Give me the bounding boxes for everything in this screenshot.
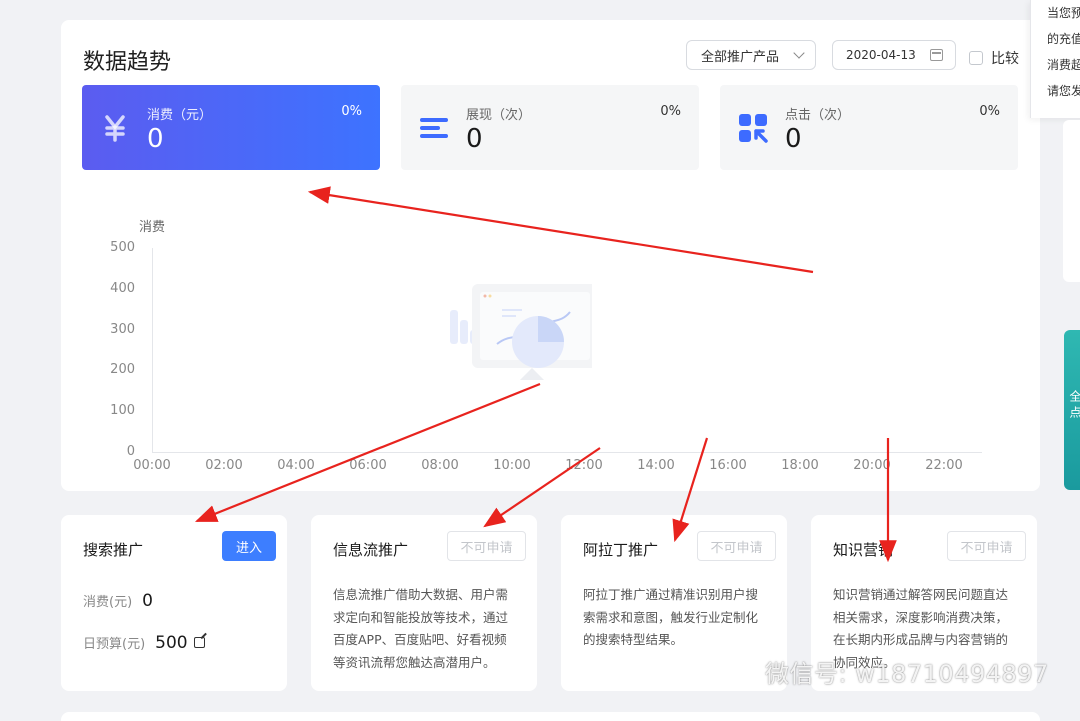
data-trend-panel: 数据趋势 全部推广产品 2020-04-13 比较 消费（元） 0 0% 展现（…: [61, 20, 1040, 491]
popover-line: 请您发: [1047, 84, 1080, 98]
y-tick-label: 500: [110, 240, 135, 255]
spend-value: 0: [142, 591, 153, 611]
date-picker[interactable]: 2020-04-13: [832, 40, 956, 70]
compare-toggle[interactable]: 比较: [969, 48, 1019, 68]
notice-popover: 当您预 的充值 消费超 请您发: [1030, 0, 1080, 118]
metric-label: 点击（次）: [785, 108, 851, 123]
date-value: 2020-04-13: [846, 48, 916, 62]
x-tick-label: 04:00: [277, 458, 315, 473]
side-panel-edge: [1063, 120, 1080, 282]
chart-y-axis: [152, 248, 153, 452]
x-tick-label: 12:00: [565, 458, 603, 473]
wechat-watermark: 微信号: w18710494897: [733, 654, 1049, 689]
product-card-feed: 信息流推广 不可申请 信息流推广借助大数据、用户需求定向和智能投放等技术，通过百…: [311, 515, 537, 691]
x-tick-label: 08:00: [421, 458, 459, 473]
page-title: 数据趋势: [83, 50, 172, 75]
yuan-icon: [105, 115, 125, 142]
x-tick-label: 20:00: [853, 458, 891, 473]
spend-label: 消费(元): [83, 595, 133, 610]
chevron-down-icon: [793, 47, 805, 59]
metric-percent: 0%: [660, 104, 681, 119]
budget-row: 日预算(元) 500: [83, 633, 205, 653]
apply-button-disabled[interactable]: 不可申请: [947, 531, 1026, 561]
metric-card-impressions[interactable]: 展现（次） 0 0%: [401, 85, 699, 170]
metric-value: 0: [785, 124, 802, 154]
chart-x-axis: [152, 452, 982, 453]
product-title: 知识营销: [833, 541, 894, 559]
metric-label: 展现（次）: [466, 108, 532, 123]
calendar-icon: [930, 49, 943, 61]
y-tick-label: 400: [110, 280, 135, 296]
x-tick-label: 14:00: [637, 458, 675, 473]
y-tick-label: 200: [110, 362, 135, 378]
x-tick-label: 10:00: [493, 458, 531, 473]
x-tick-label: 00:00: [133, 458, 171, 473]
x-tick-label: 02:00: [205, 458, 243, 473]
product-select[interactable]: 全部推广产品: [686, 40, 816, 70]
x-tick-label: 22:00: [925, 458, 963, 473]
metric-percent: 0%: [979, 104, 1000, 119]
click-icon: [739, 114, 768, 143]
compare-checkbox[interactable]: [969, 51, 983, 65]
wechat-icon: [733, 661, 759, 682]
metric-card-clicks[interactable]: 点击（次） 0 0%: [720, 85, 1018, 170]
side-tab[interactable]: 全 点: [1064, 330, 1080, 490]
x-tick-label: 16:00: [709, 458, 747, 473]
product-title: 搜索推广: [83, 541, 144, 559]
metric-value: 0: [466, 124, 483, 154]
product-description: 信息流推广借助大数据、用户需求定向和智能投放等技术，通过百度APP、百度贴吧、好…: [333, 587, 509, 670]
popover-line: 的充值: [1047, 32, 1080, 46]
metric-percent: 0%: [341, 104, 362, 119]
popover-line: 当您预: [1047, 6, 1080, 20]
chart-y-label: 消费: [139, 220, 166, 235]
metric-value: 0: [147, 124, 164, 154]
enter-button[interactable]: 进入: [222, 531, 276, 561]
apply-button-disabled[interactable]: 不可申请: [697, 531, 776, 561]
y-tick-label: 0: [126, 444, 135, 459]
product-card-search: 搜索推广 进入 消费(元) 0 日预算(元) 500: [61, 515, 287, 691]
bars-icon: [420, 118, 448, 138]
spend-row: 消费(元) 0: [83, 591, 153, 611]
empty-chart-illustration: [450, 284, 592, 380]
watermark-text: 微信号: w18710494897: [765, 660, 1049, 688]
compare-label: 比较: [991, 51, 1019, 67]
budget-label: 日预算(元): [83, 637, 146, 652]
metric-label: 消费（元）: [147, 108, 213, 123]
product-title: 信息流推广: [333, 541, 409, 559]
x-tick-label: 18:00: [781, 458, 819, 473]
product-title: 阿拉丁推广: [583, 541, 659, 559]
y-tick-label: 300: [110, 321, 135, 337]
metric-card-spend[interactable]: 消费（元） 0 0%: [82, 85, 380, 170]
next-panel-edge: [61, 712, 1040, 721]
product-select-value: 全部推广产品: [701, 49, 780, 65]
popover-line: 消费超: [1047, 58, 1080, 72]
y-tick-label: 100: [110, 403, 135, 419]
x-tick-label: 06:00: [349, 458, 387, 473]
edit-icon[interactable]: [193, 637, 205, 648]
budget-value: 500: [155, 633, 188, 653]
product-description: 阿拉丁推广通过精准识别用户搜索需求和意图，触发行业定制化的搜索特型结果。: [583, 587, 759, 647]
apply-button-disabled[interactable]: 不可申请: [447, 531, 526, 561]
